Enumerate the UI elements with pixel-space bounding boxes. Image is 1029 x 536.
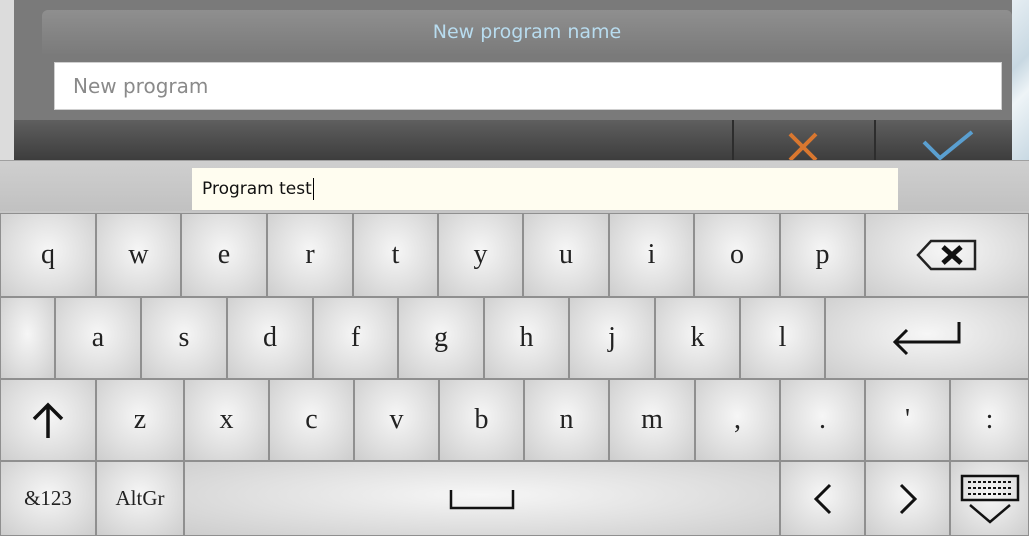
key-row-3: z x c v b n m , . ' : [0,379,1029,461]
key-row-4: &123 AltGr [0,461,1029,536]
text-caret [312,178,314,200]
keyboard-input-text: Program test [202,179,312,199]
space-icon [449,489,515,509]
key-f[interactable]: f [313,297,398,379]
on-screen-keyboard: Program test q w e r t y u i o p a s d f… [0,160,1029,536]
keyboard-text-bar: Program test [0,160,1029,211]
key-l[interactable]: l [740,297,825,379]
key-o[interactable]: o [694,213,780,297]
close-icon [788,132,818,162]
key-period[interactable]: . [780,379,865,461]
key-s[interactable]: s [141,297,227,379]
shift-icon [32,402,64,438]
key-p[interactable]: p [780,213,865,297]
cancel-button[interactable] [734,120,874,162]
backspace-icon [916,239,977,271]
key-spacer [0,297,55,379]
program-name-input[interactable]: New program [54,62,1002,110]
background-left [0,0,14,160]
enter-key[interactable] [825,297,1029,379]
dialog-footer [14,120,1012,162]
chevron-right-icon [899,483,917,514]
key-r[interactable]: r [267,213,353,297]
key-w[interactable]: w [96,213,181,297]
key-g[interactable]: g [398,297,484,379]
key-t[interactable]: t [353,213,438,297]
key-e[interactable]: e [181,213,267,297]
cursor-left-key[interactable] [780,461,865,536]
key-u[interactable]: u [523,213,609,297]
space-key[interactable] [184,461,780,536]
key-j[interactable]: j [569,297,655,379]
key-y[interactable]: y [438,213,523,297]
enter-icon [892,322,961,356]
key-q[interactable]: q [0,213,96,297]
hide-keyboard-key[interactable] [950,461,1029,536]
background-right [1012,0,1029,160]
dialog-title: New program name [42,10,1012,54]
shift-key[interactable] [0,379,96,461]
key-c[interactable]: c [269,379,354,461]
key-k[interactable]: k [655,297,740,379]
new-program-dialog: New program name New program [14,0,1012,162]
key-z[interactable]: z [96,379,184,461]
key-comma[interactable]: , [695,379,780,461]
backspace-key[interactable] [865,213,1029,297]
key-colon[interactable]: : [950,379,1029,461]
hide-keyboard-icon [960,474,1019,524]
key-b[interactable]: b [439,379,524,461]
key-d[interactable]: d [227,297,313,379]
key-m[interactable]: m [609,379,695,461]
key-i[interactable]: i [609,213,694,297]
confirm-button[interactable] [876,120,1012,161]
altgr-key[interactable]: AltGr [96,461,184,536]
key-row-2: a s d f g h j k l [0,297,1029,379]
key-v[interactable]: v [354,379,439,461]
key-h[interactable]: h [484,297,569,379]
cursor-right-key[interactable] [865,461,950,536]
key-a[interactable]: a [55,297,141,379]
key-x[interactable]: x [184,379,269,461]
key-n[interactable]: n [524,379,609,461]
keyboard-input-field[interactable]: Program test [192,168,898,210]
key-row-1: q w e r t y u i o p [0,213,1029,297]
numbers-mode-key[interactable]: &123 [0,461,96,536]
key-apostrophe[interactable]: ' [865,379,950,461]
check-icon [922,130,974,161]
chevron-left-icon [813,483,831,514]
